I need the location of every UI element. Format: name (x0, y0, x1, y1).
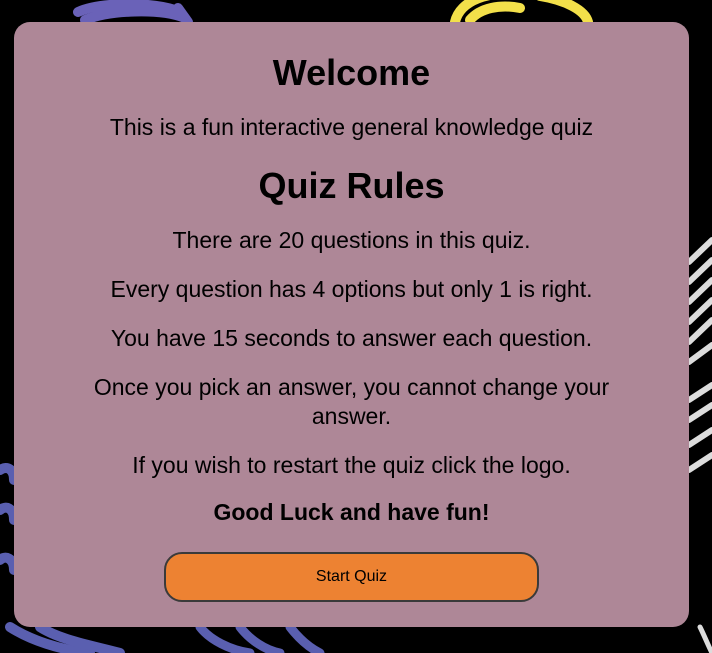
white-scribble-right (686, 237, 712, 473)
purple-scribble-top (73, 0, 193, 27)
white-scribble-bottom-right (697, 624, 712, 653)
rule-item: Every question has 4 options but only 1 … (110, 276, 593, 302)
rule-item: Once you pick an answer, you cannot chan… (93, 374, 610, 429)
good-luck-text: Good Luck and have fun! (213, 499, 490, 525)
rules-list: There are 20 questions in this quiz. Eve… (64, 226, 639, 500)
rule-item: If you wish to restart the quiz click th… (132, 452, 571, 478)
rule-item: You have 15 seconds to answer each quest… (110, 325, 593, 351)
yellow-scribble-top (450, 0, 593, 27)
rules-title: Quiz Rules (258, 165, 445, 206)
intro-text: This is a fun interactive general knowle… (109, 114, 594, 140)
welcome-title: Welcome (272, 52, 431, 93)
rule-item: There are 20 questions in this quiz. (172, 227, 531, 253)
welcome-card: Welcome This is a fun interactive genera… (14, 22, 689, 627)
start-quiz-button[interactable]: Start Quiz (164, 552, 539, 602)
blue-scribble-bottom-center (195, 622, 325, 653)
